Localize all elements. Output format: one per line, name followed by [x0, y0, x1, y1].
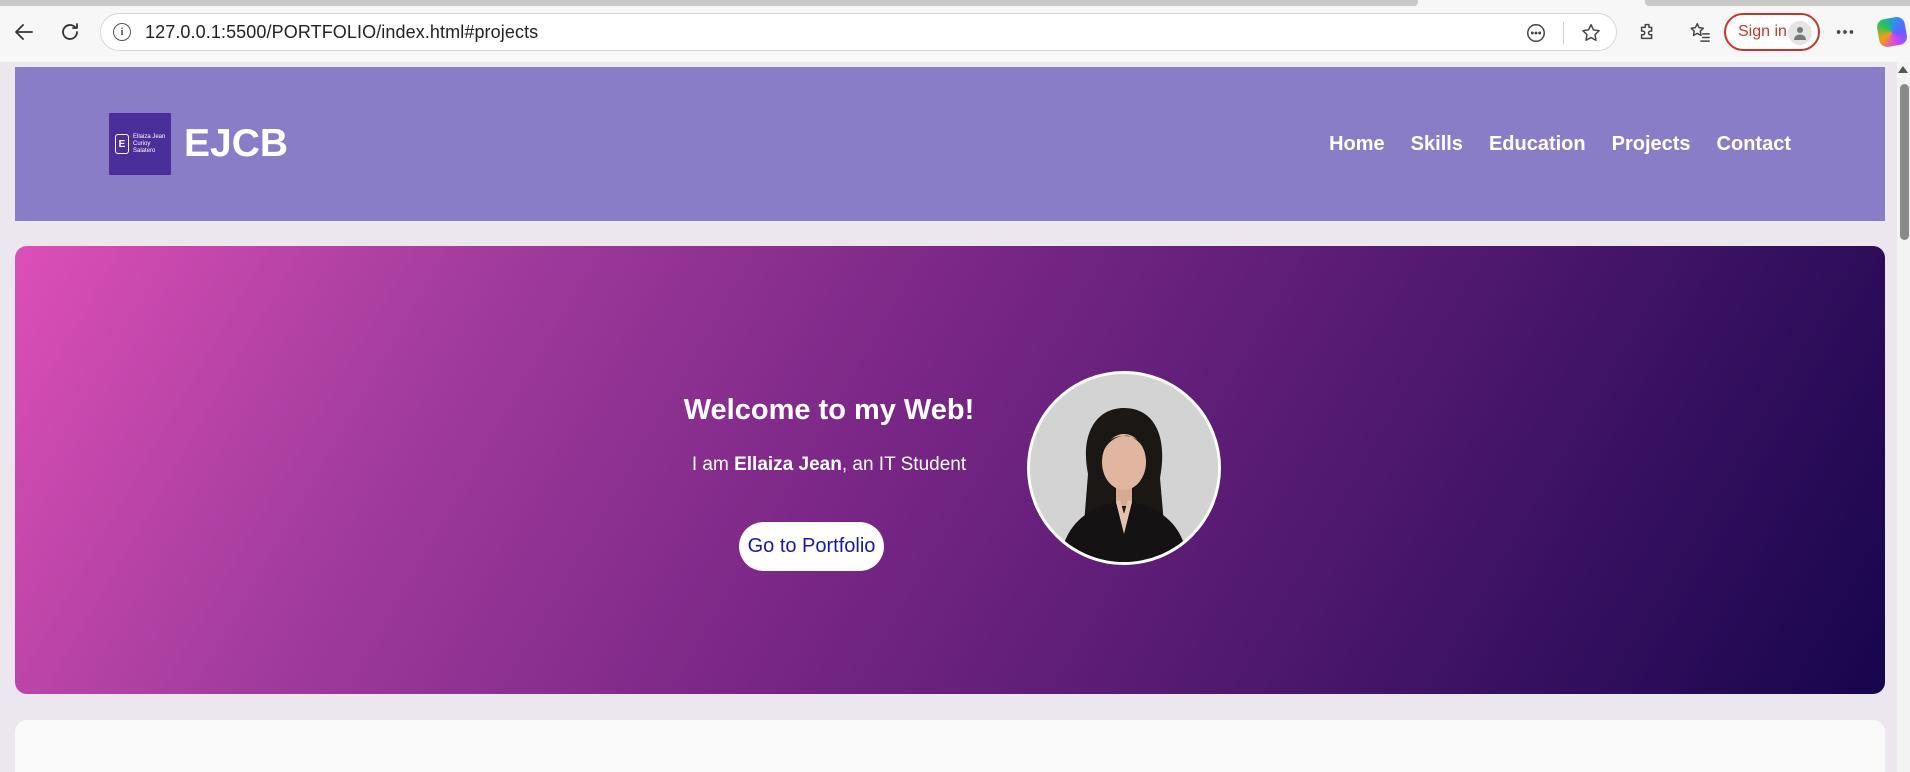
- more-icon[interactable]: [1830, 17, 1860, 47]
- back-icon[interactable]: [6, 14, 42, 50]
- next-section-panel: [15, 720, 1885, 772]
- nav-projects[interactable]: Projects: [1612, 129, 1691, 159]
- nav-education[interactable]: Education: [1489, 129, 1586, 159]
- nav-home[interactable]: Home: [1329, 129, 1385, 159]
- sign-in-label: Sign in: [1738, 23, 1787, 40]
- site-header: E Ellaiza Jean Curioy Salatero EJCB Home…: [15, 67, 1885, 221]
- star-icon[interactable]: [1578, 20, 1604, 46]
- browser-chrome: i 127.0.0.1:5500/PORTFOLIO/index.html#pr…: [0, 0, 1910, 62]
- profile-photo: [1027, 371, 1221, 565]
- copilot-icon[interactable]: [1875, 15, 1909, 49]
- subtitle-name: Ellaiza Jean: [734, 454, 842, 475]
- address-divider: [1563, 22, 1564, 44]
- sign-in-button[interactable]: Sign in: [1724, 13, 1820, 51]
- favorites-icon[interactable]: [1685, 17, 1715, 47]
- profile-icon: [1788, 21, 1812, 45]
- main-nav: Home Skills Education Projects Contact: [1329, 129, 1791, 159]
- scroll-up-arrow[interactable]: [1898, 66, 1908, 73]
- refresh-icon[interactable]: [52, 14, 88, 50]
- address-url[interactable]: 127.0.0.1:5500/PORTFOLIO/index.html#proj…: [145, 22, 538, 43]
- subtitle-suffix: , an IT Student: [841, 454, 967, 475]
- nav-contact[interactable]: Contact: [1717, 129, 1791, 159]
- hero-section: Welcome to my Web! I am Ellaiza Jean, an…: [15, 246, 1885, 694]
- profile-photo-illustration: [1030, 374, 1218, 562]
- vertical-scrollbar[interactable]: [1897, 62, 1910, 772]
- subtitle-prefix: I am: [691, 454, 735, 475]
- nav-skills[interactable]: Skills: [1411, 129, 1463, 159]
- go-to-portfolio-button[interactable]: Go to Portfolio: [739, 522, 884, 571]
- info-icon[interactable]: i: [113, 23, 131, 41]
- scroll-thumb[interactable]: [1900, 84, 1909, 240]
- hero-title: Welcome to my Web!: [683, 394, 975, 426]
- tab-strip: [0, 0, 1418, 6]
- brand-name: EJCB: [184, 122, 289, 165]
- page-viewport: E Ellaiza Jean Curioy Salatero EJCB Home…: [0, 62, 1910, 772]
- extensions-icon[interactable]: [1633, 17, 1663, 47]
- reader-icon[interactable]: [1523, 20, 1549, 46]
- tab-strip-right: [1645, 0, 1910, 6]
- site-logo[interactable]: E Ellaiza Jean Curioy Salatero: [109, 113, 171, 175]
- logo-text: Ellaiza Jean Curioy Salatero: [133, 133, 166, 154]
- hero-subtitle: I am Ellaiza Jean, an IT Student: [15, 454, 1643, 476]
- logo-mark-icon: E: [115, 134, 129, 154]
- address-bar[interactable]: i 127.0.0.1:5500/PORTFOLIO/index.html#pr…: [100, 13, 1617, 51]
